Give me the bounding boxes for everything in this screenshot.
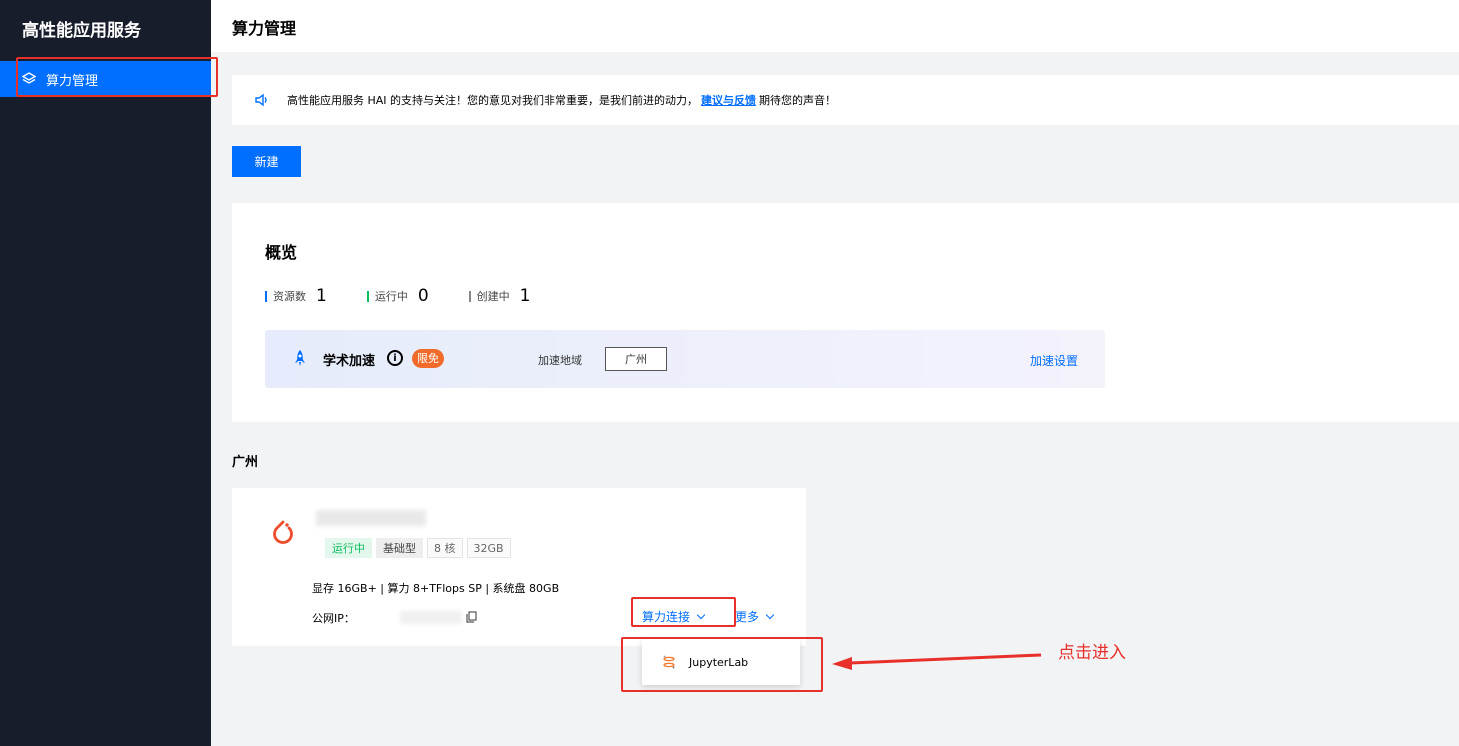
type-badge: 基础型 bbox=[376, 538, 423, 558]
stat-label: 创建中 bbox=[476, 290, 510, 303]
page-title: 算力管理 bbox=[232, 19, 297, 38]
page-header: 算力管理 bbox=[211, 0, 1459, 52]
annotation-highlight-connect bbox=[631, 597, 736, 627]
stat-bar bbox=[468, 290, 471, 302]
overview-card: 概览 资源数 1 运行中 0 创建中 1 学术加速 i 限免 加速地域 广州 加… bbox=[232, 203, 1459, 422]
notice-text-after: 期待您的声音！ bbox=[759, 94, 837, 107]
brand-title: 高性能应用服务 bbox=[22, 21, 141, 41]
accel-settings-link[interactable]: 加速设置 bbox=[1030, 352, 1078, 369]
stat-bar bbox=[265, 290, 267, 302]
annotation-highlight-sidebar bbox=[16, 57, 218, 97]
chevron-down-icon bbox=[765, 610, 775, 619]
instance-name-redacted bbox=[316, 510, 426, 526]
stat-bar bbox=[366, 290, 369, 302]
rocket-icon bbox=[293, 349, 307, 367]
new-button[interactable]: 新建 bbox=[232, 146, 301, 177]
speaker-icon bbox=[254, 93, 270, 107]
public-ip-redacted bbox=[400, 611, 462, 624]
feedback-link[interactable]: 建议与反馈 bbox=[701, 92, 756, 108]
stat-value: 1 bbox=[316, 286, 327, 306]
annotation-label: 点击进入 bbox=[1058, 643, 1126, 663]
public-ip-label: 公网IP： bbox=[312, 612, 355, 625]
overview-title: 概览 bbox=[265, 243, 298, 262]
info-icon[interactable]: i bbox=[387, 350, 403, 366]
stat-value: 1 bbox=[519, 286, 531, 306]
feedback-notice: 高性能应用服务 HAI 的支持与关注！您的意见对我们非常重要，是我们前进的动力，… bbox=[232, 75, 1459, 125]
status-badge: 运行中 bbox=[325, 538, 372, 558]
more-label: 更多 bbox=[735, 610, 760, 624]
memory-badge: 32GB bbox=[466, 538, 511, 558]
academic-acceleration-title: 学术加速 bbox=[323, 354, 376, 369]
instance-tags: 运行中 基础型 8 核 32GB bbox=[325, 538, 515, 558]
notice-text: 高性能应用服务 HAI 的支持与关注！您的意见对我们非常重要，是我们前进的动力， bbox=[287, 94, 699, 107]
stat-label: 资源数 bbox=[273, 290, 306, 303]
cpu-badge: 8 核 bbox=[427, 538, 463, 558]
annotation-arrow bbox=[832, 653, 1042, 670]
academic-acceleration-panel: 学术加速 i 限免 加速地域 广州 加速设置 bbox=[265, 330, 1105, 388]
pytorch-icon bbox=[268, 518, 298, 548]
instance-specs: 显存 16GB+ | 算力 8+TFlops SP | 系统盘 80GB bbox=[312, 582, 560, 595]
accel-region-select[interactable]: 广州 bbox=[605, 347, 667, 371]
stat-label: 运行中 bbox=[374, 290, 408, 303]
annotation-highlight-menu bbox=[621, 637, 823, 692]
accel-region-label: 加速地域 bbox=[538, 354, 582, 367]
free-badge: 限免 bbox=[412, 349, 444, 368]
region-title: 广州 bbox=[232, 455, 259, 470]
stat-resources: 资源数 1 bbox=[265, 286, 327, 306]
copy-icon[interactable] bbox=[466, 611, 477, 623]
stat-value: 0 bbox=[417, 286, 429, 306]
sidebar: 高性能应用服务 算力管理 bbox=[0, 0, 211, 746]
more-dropdown[interactable]: 更多 bbox=[735, 608, 775, 625]
stat-creating: 创建中 1 bbox=[468, 286, 531, 306]
stat-running: 运行中 0 bbox=[366, 286, 429, 306]
overview-stats: 资源数 1 运行中 0 创建中 1 bbox=[265, 286, 570, 306]
